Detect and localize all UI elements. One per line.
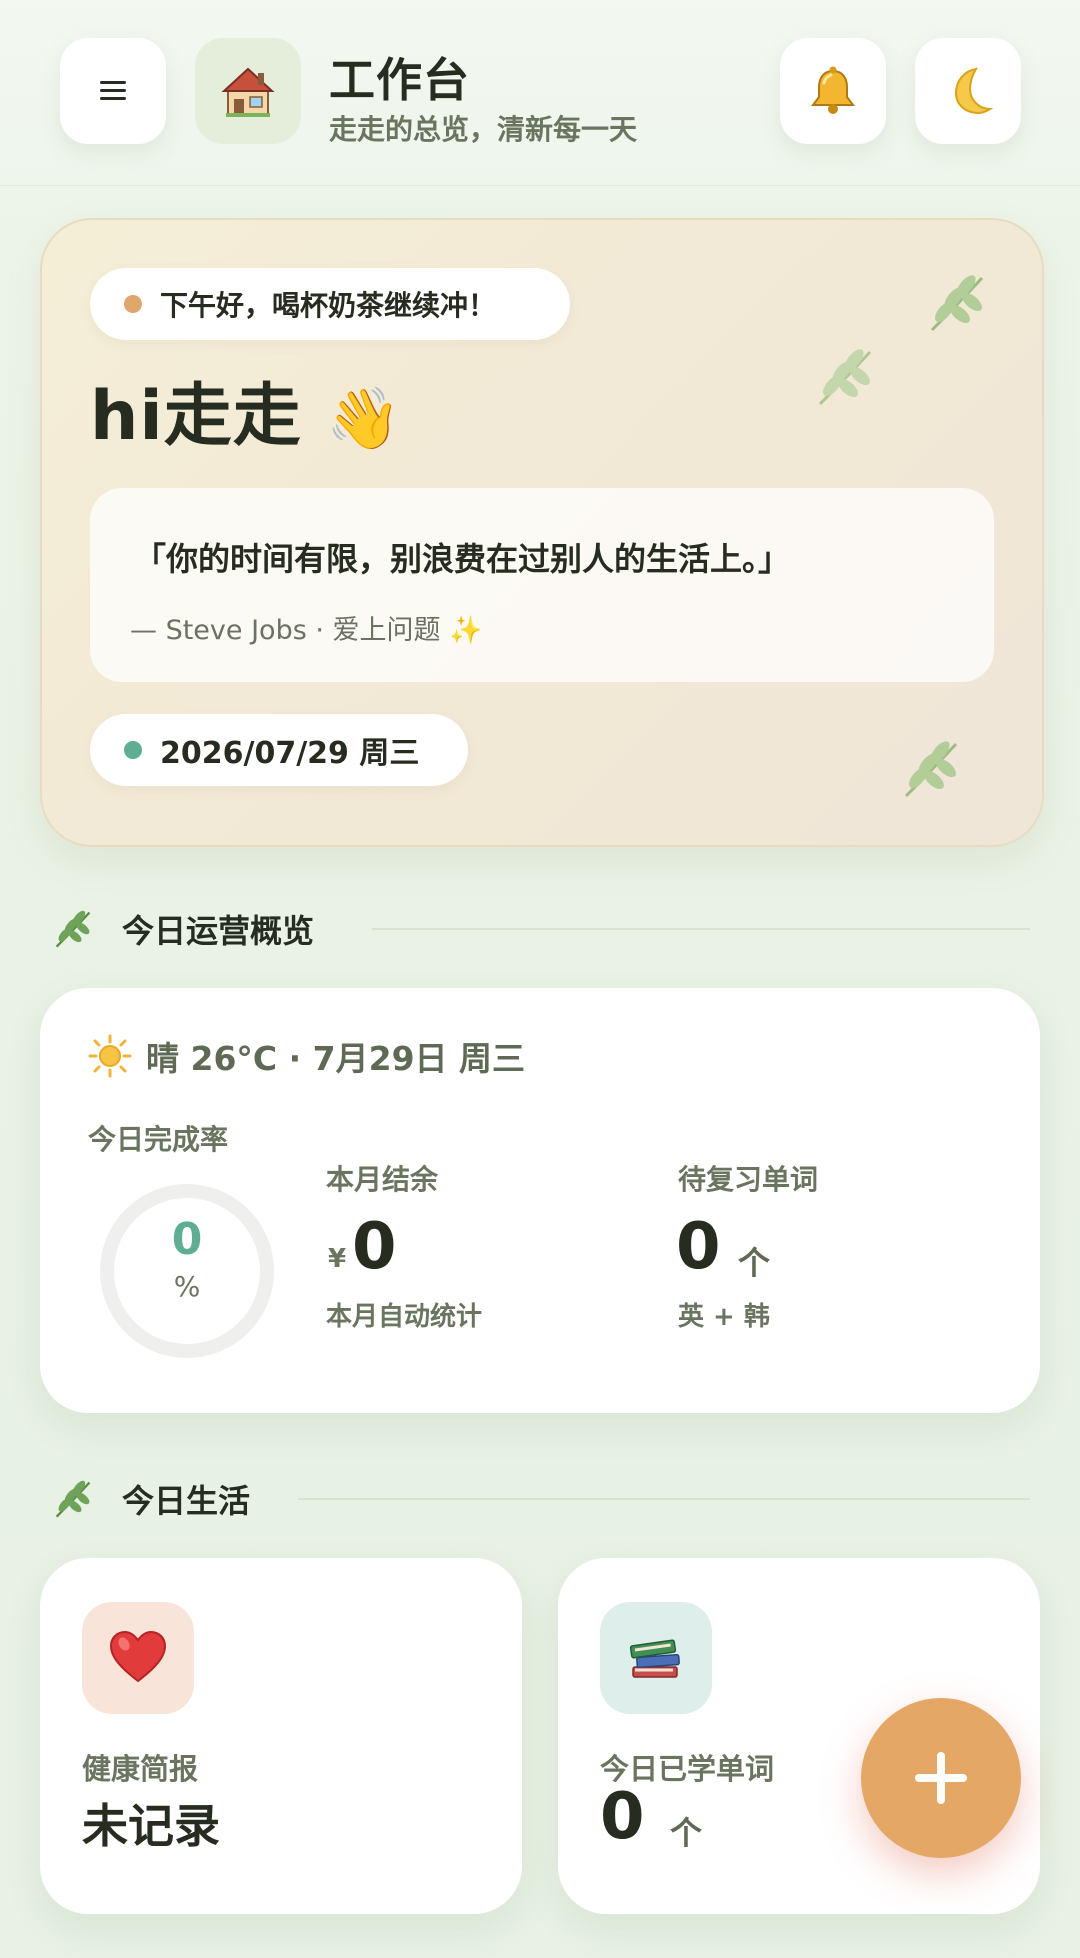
balance-label: 本月结余 [326,1163,439,1196]
section-divider [372,928,1030,930]
heart-icon [109,1630,167,1683]
menu-button[interactable] [60,38,166,144]
date-pill: 2026/07/29 周三 [90,714,468,786]
health-value: 未记录 [82,1799,220,1853]
overview-card: 晴 26°C · 7月29日 周三 今日完成率 0 % 本月结余 ¥ 0 本月自… [40,988,1040,1413]
bell-icon [811,66,855,114]
books-icon [629,1639,680,1678]
section-title-overview: 今日运营概览 [122,912,315,950]
review-value: 0 [676,1210,721,1284]
leaf-icon [55,1480,91,1518]
leaf-icon [818,349,872,406]
section-divider [298,1498,1030,1500]
moon-icon [954,67,994,115]
balance-note: 本月自动统计 [326,1302,483,1332]
status-dot [124,295,142,313]
greeting-card: 下午好，喝杯奶茶继续冲！ hi走走 👋 「你的时间有限，别浪费在过别人的生活上。… [40,218,1044,847]
menu-icon [100,81,126,101]
section-overview-header: 今日运营概览 [50,906,314,952]
user-greeting: hi走走 👋 [90,360,402,459]
words-unit: 个 [670,1814,703,1852]
completion-unit: % [173,1270,201,1303]
quote-author: — Steve Jobs · 爱上问题 ✨ [130,615,483,646]
plus-icon [915,1752,967,1804]
wave-icon: 👋 [326,384,403,454]
review-label: 待复习单词 [678,1163,819,1196]
weather-text: 晴 26°C · 7月29日 周三 [146,1039,526,1078]
completion-label: 今日完成率 [88,1123,229,1156]
words-icon-tile [600,1602,712,1714]
review-note: 英 + 韩 [678,1302,770,1332]
health-label: 健康简报 [82,1752,199,1786]
house-icon [221,67,275,117]
leaf-icon [55,910,91,948]
balance-value: 0 [352,1210,397,1284]
notifications-button[interactable] [780,38,886,144]
section-life-header: 今日生活 [50,1476,250,1522]
greeting-pill: 下午好，喝杯奶茶继续冲！ [90,268,570,340]
review-unit: 个 [738,1244,771,1282]
date-dot [124,741,142,759]
user-name: hi走走 [90,377,302,456]
date-text: 2026/07/29 周三 [160,736,420,771]
health-icon-tile [82,1602,194,1714]
quote-card: 「你的时间有限，别浪费在过别人的生活上。」 — Steve Jobs · 爱上问… [90,488,994,682]
top-header: 工作台 走走的总览，清新每一天 [0,0,1080,186]
completion-value: 0 [171,1214,203,1265]
quote-text: 「你的时间有限，别浪费在过别人的生活上。」 [134,540,791,578]
health-card[interactable]: 健康简报 未记录 [40,1558,522,1914]
section-title-life: 今日生活 [122,1482,251,1520]
sun-icon [88,1034,132,1078]
page-subtitle: 走走的总览，清新每一天 [329,113,638,146]
theme-toggle-button[interactable] [915,38,1021,144]
weather-row: 晴 26°C · 7月29日 周三 [88,1032,525,1080]
leaf-icon [930,275,984,332]
balance-currency: ¥ [328,1244,347,1274]
leaf-icon [904,741,958,798]
greeting-text: 下午好，喝杯奶茶继续冲！ [160,289,497,322]
page-title: 工作台 [329,53,470,107]
app-logo [195,38,301,144]
words-value: 0 [600,1780,645,1854]
add-button[interactable] [861,1698,1021,1858]
